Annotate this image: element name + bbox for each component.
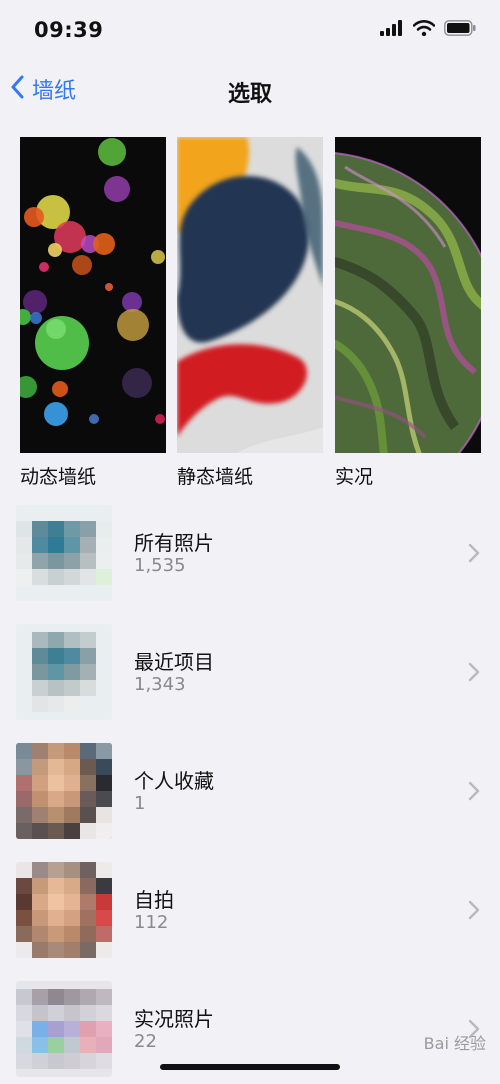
album-title: 所有照片 [134, 531, 214, 555]
chevron-right-icon [468, 900, 480, 924]
album-row-favorites[interactable]: 个人收藏 1 [0, 743, 500, 861]
home-indicator[interactable] [160, 1064, 340, 1070]
status-icons [380, 20, 476, 40]
live-wallpaper-preview [335, 137, 481, 453]
album-thumbnail [16, 624, 112, 720]
album-thumbnail [16, 505, 112, 601]
pixelated-photo-thumbnail [16, 743, 112, 839]
album-row-all-photos[interactable]: 所有照片 1,535 [0, 505, 500, 623]
album-title: 个人收藏 [134, 769, 214, 793]
album-title: 自拍 [134, 888, 174, 912]
album-title: 实况照片 [134, 1007, 214, 1031]
static-wallpaper-preview [177, 137, 323, 453]
album-row-recents[interactable]: 最近项目 1,343 [0, 624, 500, 742]
static-wallpaper-tile[interactable] [177, 137, 323, 453]
album-count: 1,343 [134, 674, 186, 695]
album-title: 最近项目 [134, 650, 214, 674]
album-count: 1,535 [134, 555, 186, 576]
album-thumbnail [16, 743, 112, 839]
album-count: 1 [134, 793, 146, 814]
wifi-icon [412, 20, 436, 40]
pixelated-photo-thumbnail [16, 624, 112, 720]
pixelated-photo-thumbnail [16, 505, 112, 601]
pixelated-photo-thumbnail [16, 862, 112, 958]
chevron-right-icon [468, 662, 480, 686]
dynamic-wallpaper-preview [20, 137, 166, 453]
dynamic-wallpaper-tile[interactable] [20, 137, 166, 453]
dynamic-wallpaper-label: 动态墙纸 [20, 466, 97, 488]
navigation-bar: 墙纸 选取 [0, 62, 500, 116]
cellular-signal-icon [380, 20, 404, 40]
battery-icon [444, 20, 476, 40]
status-time: 09:39 [34, 18, 104, 42]
album-count: 112 [134, 912, 169, 933]
chevron-right-icon [468, 781, 480, 805]
wallpaper-picker-screen: 09:39 墙纸 选取 动态墙纸 静态墙纸 实况 所有照片 1,535 最近项目… [0, 0, 500, 1084]
live-wallpaper-tile[interactable] [335, 137, 481, 453]
album-row-selfies[interactable]: 自拍 112 [0, 862, 500, 980]
album-count: 22 [134, 1031, 157, 1052]
album-thumbnail [16, 981, 112, 1077]
chevron-right-icon [468, 543, 480, 567]
baidu-jingyan-watermark: Bai 经验 [423, 1034, 486, 1053]
live-wallpaper-label: 实况 [335, 466, 374, 488]
page-title: 选取 [227, 82, 272, 107]
static-wallpaper-label: 静态墙纸 [177, 466, 254, 488]
status-bar: 09:39 [0, 0, 500, 60]
album-thumbnail [16, 862, 112, 958]
pixelated-photo-thumbnail [16, 981, 112, 1077]
